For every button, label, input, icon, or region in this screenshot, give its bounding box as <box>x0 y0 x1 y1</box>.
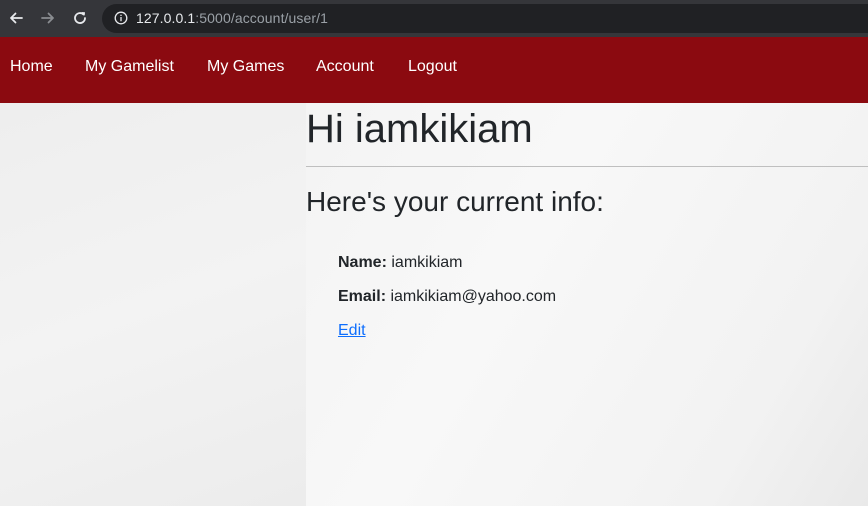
nav-link-logout[interactable]: Logout <box>408 57 457 76</box>
left-background-panel <box>0 103 306 506</box>
site-navbar: Home My Gamelist My Games Account Logout <box>0 37 868 103</box>
name-label: Name: <box>338 254 387 271</box>
back-arrow-icon[interactable] <box>6 8 26 28</box>
nav-link-my-games[interactable]: My Games <box>207 57 284 76</box>
edit-link[interactable]: Edit <box>338 321 366 340</box>
address-bar[interactable]: 127.0.0.1:5000/account/user/1 <box>102 4 868 33</box>
nav-link-my-gamelist[interactable]: My Gamelist <box>85 57 174 76</box>
page-title: Hi iamkikiam <box>306 107 533 151</box>
nav-link-account[interactable]: Account <box>316 57 374 76</box>
name-value: iamkikiam <box>391 254 463 271</box>
site-info-icon[interactable] <box>114 11 128 25</box>
email-row: Email: iamkikiam@yahoo.com <box>338 287 556 306</box>
email-value: iamkikiam@yahoo.com <box>390 288 557 305</box>
nav-link-home[interactable]: Home <box>10 57 53 76</box>
reload-icon[interactable] <box>70 8 90 28</box>
url-text: 127.0.0.1:5000/account/user/1 <box>136 10 328 27</box>
name-row: Name: iamkikiam <box>338 253 462 272</box>
url-path: :5000/account/user/1 <box>195 10 329 26</box>
browser-toolbar: 127.0.0.1:5000/account/user/1 <box>0 0 868 37</box>
section-heading: Here's your current info: <box>306 186 604 217</box>
forward-arrow-icon[interactable] <box>38 8 58 28</box>
email-label: Email: <box>338 288 387 305</box>
url-host: 127.0.0.1 <box>136 10 196 26</box>
divider <box>306 166 868 167</box>
